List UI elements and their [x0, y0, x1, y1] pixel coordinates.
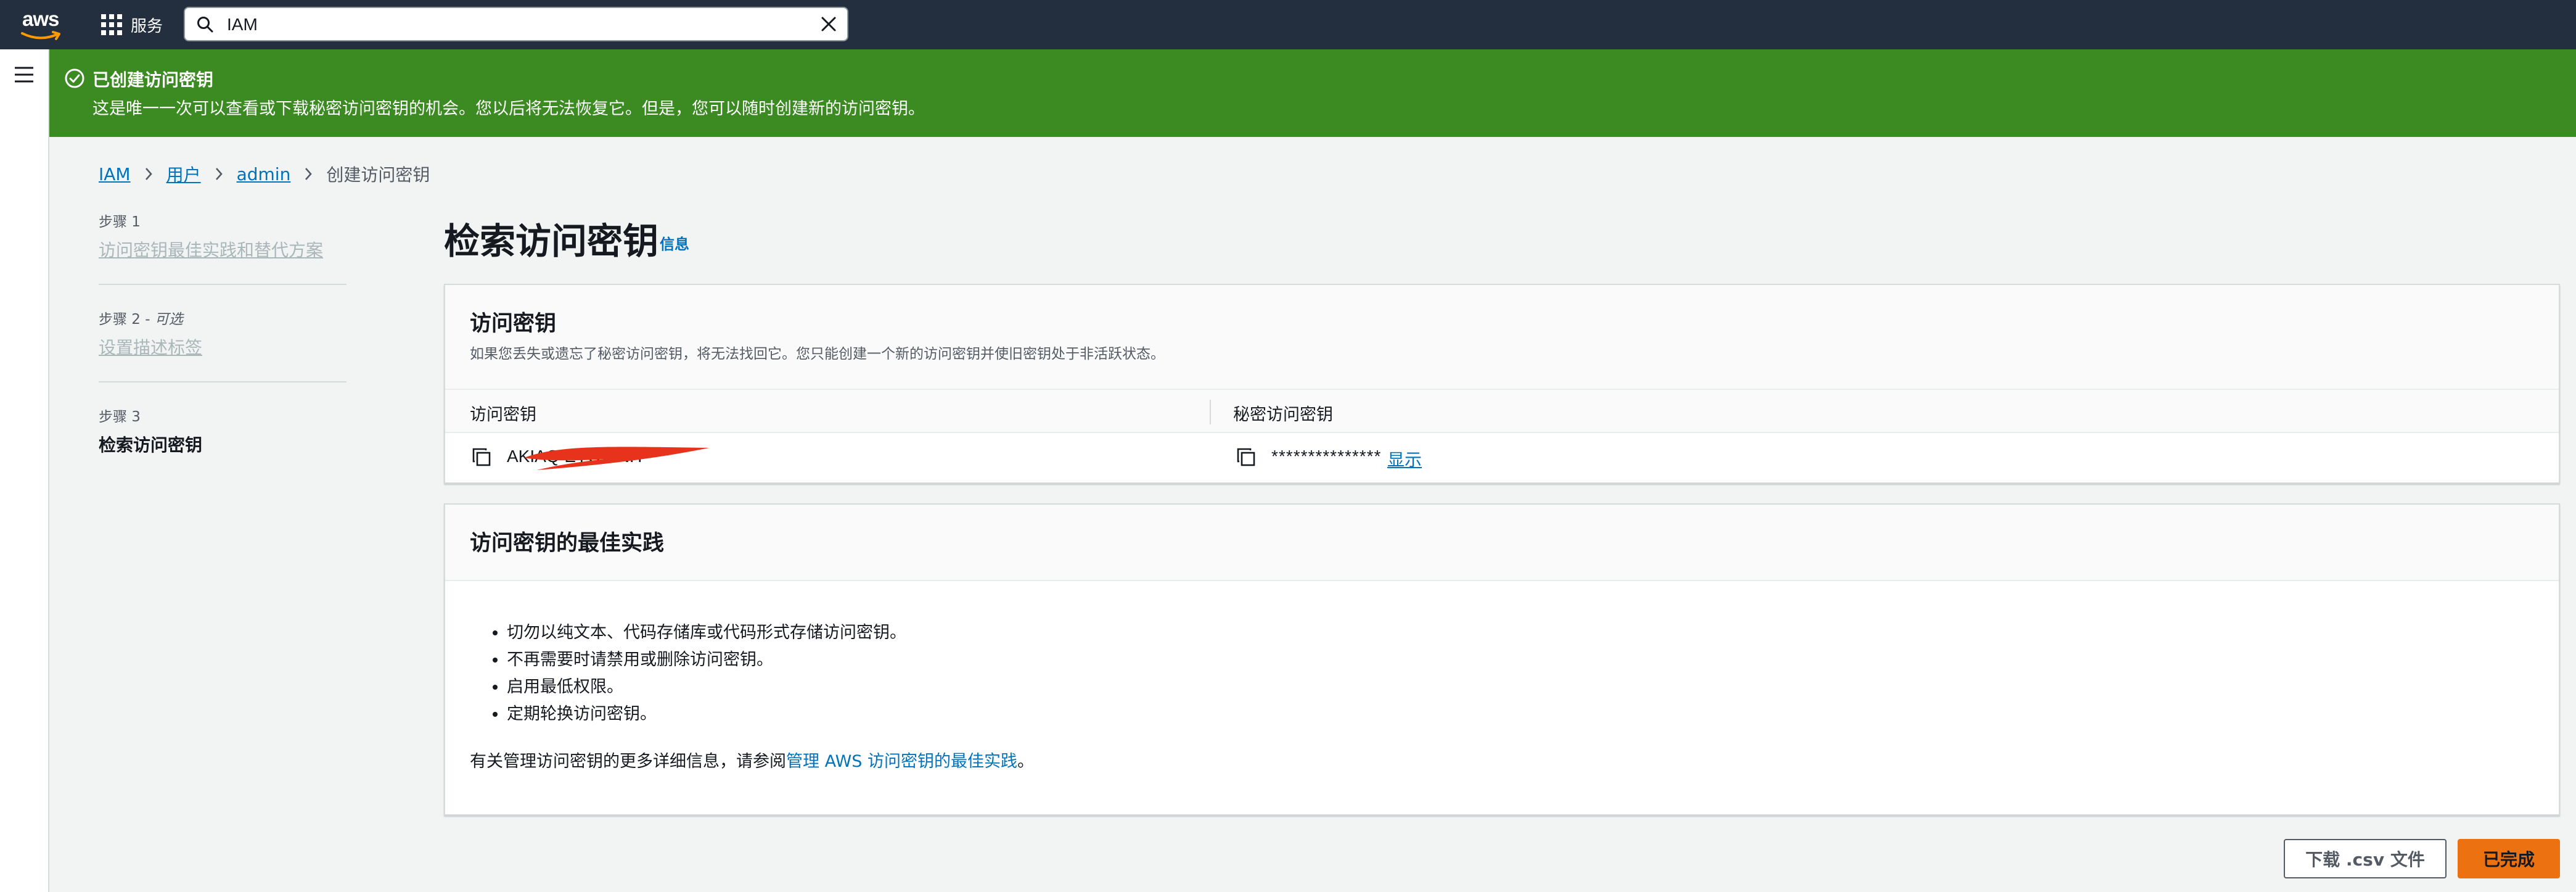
list-item: 切勿以纯文本、代码存储库或代码形式存储访问密钥。	[507, 619, 906, 646]
aws-logo-text: aws	[22, 7, 59, 30]
table-header: 访问密钥 秘密访问密钥	[445, 389, 2559, 433]
card-title: 访问密钥的最佳实践	[470, 531, 665, 556]
best-practices-card: 访问密钥的最佳实践 切勿以纯文本、代码存储库或代码形式存储访问密钥。 不再需要时…	[444, 503, 2560, 816]
card-description: 如果您丢失或遗忘了秘密访问密钥，将无法找回它。您只能创建一个新的访问密钥并使旧密…	[470, 346, 1165, 362]
step-number: 步骤 3	[99, 409, 141, 425]
breadcrumb-iam[interactable]: IAM	[99, 164, 131, 184]
aws-logo[interactable]: aws	[21, 7, 62, 42]
success-flash-banner: 已创建访问密钥 这是唯一一次可以查看或下载秘密访问密钥的机会。您以后将无法恢复它…	[49, 49, 2576, 137]
show-secret-link[interactable]: 显示	[1387, 447, 1422, 471]
list-item: 不再需要时请禁用或删除访问密钥。	[507, 646, 906, 674]
breadcrumb-users[interactable]: 用户	[166, 162, 201, 186]
side-navigation-rail	[0, 49, 49, 892]
best-practices-list: 切勿以纯文本、代码存储库或代码形式存储访问密钥。 不再需要时请禁用或删除访问密钥…	[488, 619, 906, 728]
chevron-right-icon	[144, 167, 153, 181]
step-1: 步骤 1 访问密钥最佳实践和替代方案	[99, 210, 347, 262]
column-header-access-key: 访问密钥	[470, 405, 536, 424]
flash-message: 这是唯一一次可以查看或下载秘密访问密钥的机会。您以后将无法恢复它。但是，您可以随…	[92, 99, 925, 118]
best-practices-link[interactable]: 管理 AWS 访问密钥的最佳实践	[786, 752, 1017, 771]
step-number: 步骤 1	[99, 214, 141, 230]
grid-icon	[101, 14, 122, 35]
wizard-steps: 步骤 1 访问密钥最佳实践和替代方案 步骤 2 - 可选 设置描述标签 步骤 3…	[99, 210, 347, 456]
aws-smile-icon	[21, 31, 60, 40]
menu-icon[interactable]	[14, 65, 35, 86]
breadcrumb-admin[interactable]: admin	[237, 164, 291, 184]
services-menu-button[interactable]: 服务	[101, 11, 163, 38]
chevron-right-icon	[304, 167, 313, 181]
chevron-right-icon	[215, 167, 223, 181]
column-header-secret-key: 秘密访问密钥	[1233, 405, 1333, 424]
step-3-current: 检索访问密钥	[99, 435, 203, 455]
optional-label: 可选	[154, 312, 183, 328]
search-box	[184, 7, 848, 41]
search-input[interactable]	[226, 12, 783, 38]
flash-title: 已创建访问密钥	[92, 70, 214, 90]
copy-access-key-icon[interactable]	[471, 447, 492, 470]
info-link[interactable]: 信息	[660, 232, 689, 254]
clear-search-icon[interactable]	[819, 14, 839, 36]
step-2: 步骤 2 - 可选 设置描述标签	[99, 307, 347, 359]
column-divider	[1210, 400, 1211, 424]
list-item: 定期轮换访问密钥。	[507, 701, 906, 728]
breadcrumb: IAM 用户 admin 创建访问密钥	[99, 162, 430, 186]
copy-secret-key-icon[interactable]	[1236, 447, 1257, 470]
search-icon	[196, 15, 215, 36]
download-csv-button[interactable]: 下载 .csv 文件	[2284, 839, 2447, 878]
breadcrumb-current: 创建访问密钥	[326, 165, 430, 185]
redaction-mark	[524, 447, 709, 470]
card-header	[445, 285, 2559, 389]
list-item: 启用最低权限。	[507, 674, 906, 701]
done-button[interactable]: 已完成	[2458, 839, 2560, 878]
step-3: 步骤 3 检索访问密钥	[99, 405, 347, 456]
access-key-card: 访问密钥 如果您丢失或遗忘了秘密访问密钥，将无法找回它。您只能创建一个新的访问密…	[444, 284, 2560, 484]
table-row: AKIAQ EYOWNH *************** 显示	[445, 433, 2559, 482]
step-1-link[interactable]: 访问密钥最佳实践和替代方案	[99, 237, 323, 262]
step-2-link[interactable]: 设置描述标签	[99, 334, 202, 359]
page-title: 检索访问密钥	[444, 220, 659, 262]
services-label: 服务	[131, 17, 163, 36]
card-header	[445, 505, 2559, 581]
step-divider	[99, 284, 347, 285]
secret-key-masked: ***************	[1271, 447, 1382, 466]
step-number: 步骤 2 - 可选	[99, 312, 183, 328]
card-title: 访问密钥	[470, 312, 557, 336]
step-divider	[99, 381, 347, 382]
check-circle-icon	[64, 68, 85, 91]
top-navigation: aws 服务	[0, 0, 2576, 49]
more-info-text: 有关管理访问密钥的更多详细信息，请参阅管理 AWS 访问密钥的最佳实践。	[470, 752, 1034, 771]
